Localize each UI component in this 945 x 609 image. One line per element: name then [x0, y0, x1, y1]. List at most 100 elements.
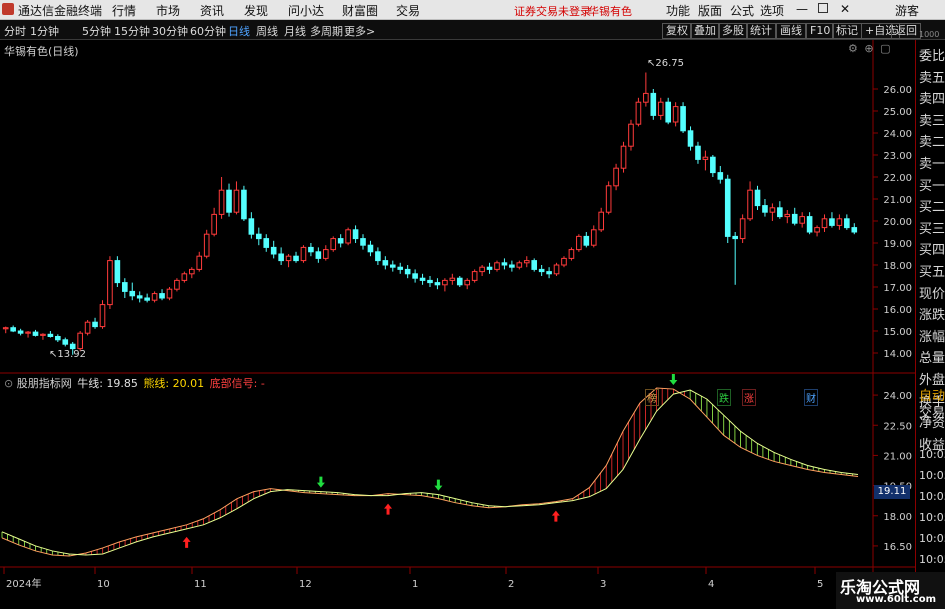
indicator-name[interactable]: 股朋指标网 — [17, 377, 72, 390]
menu-bar: 通达信金融终端 行情 市场 资讯 发现 问小达 财富圈 交易 证券交易未登录 华… — [0, 0, 945, 20]
period-30min[interactable]: 30分钟 — [152, 23, 188, 39]
bear-line — [1, 389, 859, 556]
period-multi[interactable]: 多周期 — [310, 23, 343, 39]
maximize-icon[interactable]: ▢ — [880, 42, 890, 55]
candle-body — [479, 266, 485, 273]
candle-body — [107, 260, 113, 306]
candle-body — [509, 264, 515, 268]
candle-body — [672, 106, 679, 123]
period-monthly[interactable]: 月线 — [284, 23, 306, 39]
menu-zixun[interactable]: 资讯 — [200, 2, 224, 19]
candle-body — [233, 189, 240, 213]
up-arrow-icon — [551, 510, 560, 522]
tool-tongji[interactable]: 统计 — [746, 23, 776, 39]
candle-body — [844, 218, 850, 229]
panel-label: 卖四 — [919, 92, 945, 108]
menu-hangqing[interactable]: 行情 — [112, 2, 136, 19]
menu-banmian[interactable]: 版面 — [698, 2, 722, 19]
menu-faxian[interactable]: 发现 — [244, 2, 268, 19]
period-15min[interactable]: 15分钟 — [114, 23, 150, 39]
tool-biaoji[interactable]: 标记 — [832, 23, 862, 39]
panel-label: 买五 — [919, 265, 945, 280]
candle-body — [255, 233, 262, 240]
candle-body — [836, 218, 843, 226]
candle-body — [546, 271, 552, 275]
candle-body — [382, 260, 389, 266]
candle-body — [32, 331, 39, 336]
candle-body — [762, 205, 768, 213]
panel-label: 买四 — [919, 243, 945, 259]
candle-body — [352, 229, 359, 240]
candle-body — [55, 336, 61, 341]
candle-body — [777, 207, 783, 218]
candle-body — [702, 156, 709, 160]
period-60min[interactable]: 60分钟 — [190, 23, 226, 39]
menu-xuanxiang[interactable]: 选项 — [760, 2, 784, 19]
tool-f10[interactable]: F10 — [806, 23, 835, 39]
candle-body — [769, 207, 776, 213]
panel-label: 卖三 — [919, 113, 945, 129]
candle-body — [568, 249, 575, 259]
event-badge-zhang[interactable]: 涨 — [742, 389, 756, 406]
candle-body — [628, 123, 634, 147]
collapse-icon[interactable]: ⊕ — [864, 42, 873, 55]
panel-time: 10:05 — [919, 532, 945, 545]
candle-body — [464, 279, 471, 286]
candle-body — [620, 145, 627, 169]
minimize-icon[interactable]: — — [796, 2, 808, 16]
tool-back[interactable]: 返回 — [891, 23, 921, 39]
tool-diejia[interactable]: 叠加 — [690, 23, 720, 39]
period-5min[interactable]: 5分钟 — [82, 23, 111, 39]
close-icon[interactable]: ✕ — [840, 2, 850, 16]
guest-label[interactable]: 游客 — [895, 2, 919, 19]
panel-label: 涨跌 — [919, 308, 945, 324]
candle-body — [829, 218, 835, 226]
menu-caifuquan[interactable]: 财富圈 — [342, 2, 378, 19]
app-title: 通达信金融终端 — [18, 4, 103, 18]
menu-jiaoyi[interactable]: 交易 — [396, 2, 420, 19]
menu-shichang[interactable]: 市场 — [156, 2, 180, 19]
period-weekly[interactable]: 周线 — [256, 23, 278, 39]
down-arrow-icon — [434, 479, 443, 491]
menu-wenxiaoda[interactable]: 问小达 — [288, 2, 324, 19]
price-axis-label: 14.00 — [883, 349, 912, 360]
chart-canvas[interactable]: 26.00 25.00 24.00 23.00 22.00 21.00 20.00 19.00… — [0, 40, 915, 609]
panel-trade-label[interactable]: 交易 — [919, 402, 945, 421]
candle-body — [122, 282, 128, 292]
panel-label: 总量 — [919, 351, 945, 367]
price-axis-label: 19.00 — [883, 239, 912, 250]
up-arrow-icon — [182, 536, 191, 548]
price-axis-label: 20.00 — [883, 217, 912, 228]
settings-icon[interactable]: ⚙ — [848, 42, 858, 55]
price-axis-label: 25.00 — [883, 107, 912, 118]
candle-body — [598, 211, 605, 231]
menu-gongneng[interactable]: 功能 — [666, 2, 690, 19]
price-axis-label: 16.00 — [883, 305, 912, 316]
candle-body — [590, 229, 597, 246]
candle-body — [516, 262, 523, 268]
candle-body — [2, 327, 9, 330]
period-fenshi[interactable]: 分时 — [4, 23, 26, 39]
current-stock-name: 华锡有色 — [588, 5, 632, 18]
event-badge-bang[interactable]: 榜 — [645, 389, 659, 406]
event-badge-die[interactable]: 跌 — [717, 389, 731, 406]
candle-body — [92, 321, 98, 328]
period-1min[interactable]: 1分钟 — [30, 23, 59, 39]
restore-icon[interactable] — [818, 3, 828, 13]
trade-login-notice[interactable]: 证券交易未登录 — [514, 3, 591, 19]
candle-body — [739, 218, 746, 240]
tool-huaxian[interactable]: 画线 — [776, 23, 806, 39]
tool-duogu[interactable]: 多股 — [718, 23, 748, 39]
event-badge-cai[interactable]: 财 — [804, 389, 818, 406]
period-daily[interactable]: 日线 — [228, 23, 250, 39]
candle-body — [293, 255, 299, 262]
candle-body — [814, 227, 820, 233]
candle-body — [486, 266, 493, 270]
bull-line — [1, 387, 859, 557]
candle-body — [203, 233, 210, 257]
tool-fuquan[interactable]: 复权 — [662, 23, 692, 39]
candle-body — [367, 244, 374, 253]
menu-gongshi[interactable]: 公式 — [730, 2, 754, 19]
period-more[interactable]: 更多> — [344, 23, 375, 39]
indicator-menu-icon[interactable]: ⊙ — [4, 377, 13, 390]
